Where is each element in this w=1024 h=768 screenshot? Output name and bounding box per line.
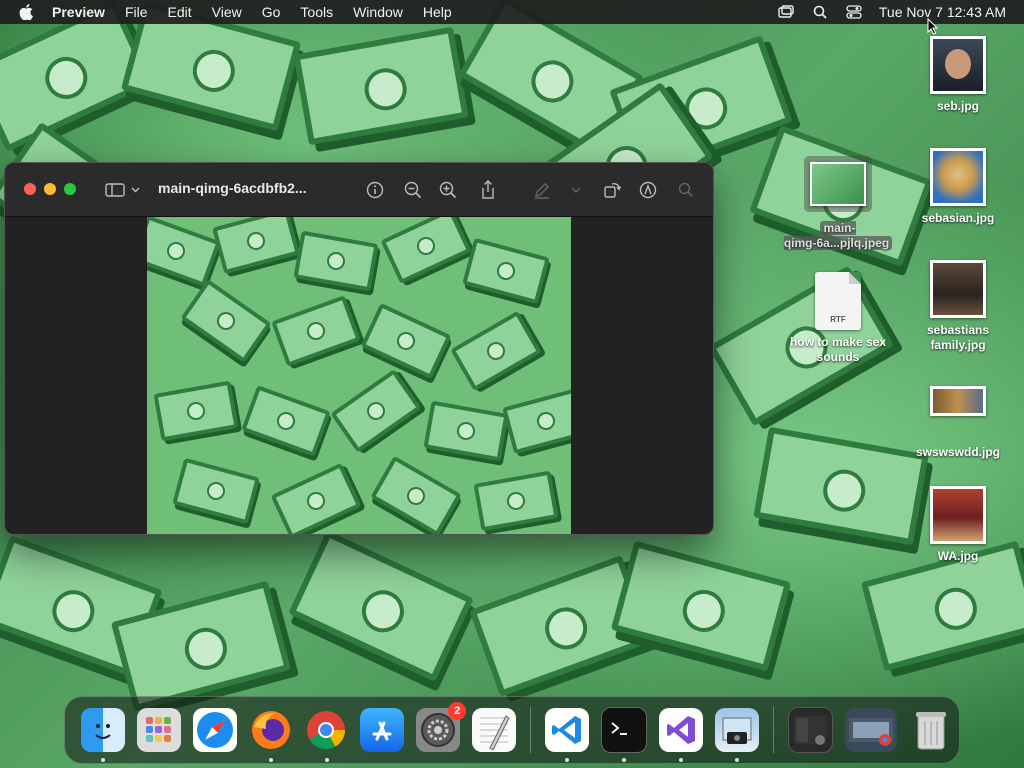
dock: 2 bbox=[64, 696, 960, 764]
document-canvas bbox=[5, 217, 713, 534]
dock-vscode-icon[interactable] bbox=[545, 708, 589, 762]
desktop-file-seb[interactable]: seb.jpg bbox=[903, 36, 1013, 114]
dock-system-settings-icon[interactable]: 2 bbox=[416, 702, 467, 752]
image-thumbnail bbox=[810, 162, 866, 206]
desktop-file-label: seb.jpg bbox=[936, 99, 979, 113]
desktop-file-label: WA.jpg bbox=[937, 549, 979, 563]
document-title: main-qimg-6acdbfb2... bbox=[158, 180, 307, 196]
dock-recent-window-icon[interactable] bbox=[787, 707, 834, 753]
desktop-file-label: how to make sex sounds bbox=[789, 335, 887, 364]
dock-launchpad-icon[interactable] bbox=[136, 708, 181, 752]
rtf-badge: RTF bbox=[830, 315, 846, 324]
menu-view[interactable]: View bbox=[202, 0, 252, 24]
minimize-window-button[interactable] bbox=[44, 183, 56, 195]
menu-app-name[interactable]: Preview bbox=[38, 0, 115, 24]
dock-preview-icon[interactable] bbox=[714, 708, 759, 762]
dock-firefox-icon[interactable] bbox=[249, 708, 293, 762]
menu-file[interactable]: File bbox=[115, 0, 158, 24]
dock-separator bbox=[530, 707, 531, 753]
window-toolbar: main-qimg-6acdbfb2... bbox=[5, 163, 713, 217]
menu-bar: Preview File Edit View Go Tools Window H… bbox=[0, 0, 1024, 24]
zoom-out-button[interactable] bbox=[400, 177, 426, 203]
dock-visual-studio-icon[interactable] bbox=[658, 708, 703, 762]
highlight-pen-icon[interactable] bbox=[529, 177, 555, 203]
zoom-in-button[interactable] bbox=[435, 177, 461, 203]
markup-button[interactable] bbox=[635, 177, 661, 203]
desktop-file-main-qimg[interactable]: main- qimg-6a...pjlq.jpeg bbox=[783, 156, 893, 251]
desktop-file-label: sebasian.jpg bbox=[921, 211, 995, 225]
sidebar-toggle-button[interactable] bbox=[103, 177, 143, 203]
image-thumbnail bbox=[930, 148, 986, 206]
share-button[interactable] bbox=[475, 177, 501, 203]
dock-chrome-icon[interactable] bbox=[305, 708, 349, 762]
zoom-window-button[interactable] bbox=[64, 183, 76, 195]
dock-terminal-icon[interactable] bbox=[600, 707, 647, 762]
menu-edit[interactable]: Edit bbox=[158, 0, 202, 24]
dock-app-store-icon[interactable] bbox=[360, 708, 405, 752]
desktop-file-label: swswswdd.jpg bbox=[915, 445, 1000, 459]
search-icon[interactable] bbox=[673, 177, 699, 203]
desktop-file-swswswdd[interactable]: swswswdd.jpg bbox=[903, 386, 1013, 460]
apple-menu-icon[interactable] bbox=[14, 0, 38, 24]
image-thumbnail bbox=[930, 386, 986, 416]
menu-help[interactable]: Help bbox=[413, 0, 462, 24]
close-window-button[interactable] bbox=[24, 183, 36, 195]
image-thumbnail bbox=[930, 260, 986, 318]
desktop-file-label: main- qimg-6a...pjlq.jpeg bbox=[783, 221, 893, 251]
desktop-file-sebastians-family[interactable]: sebastians family.jpg bbox=[903, 260, 1013, 353]
desktop-file-wa[interactable]: WA.jpg bbox=[903, 486, 1013, 564]
desktop-file-rtf[interactable]: RTF how to make sex sounds bbox=[783, 272, 893, 365]
dock-trash-icon[interactable] bbox=[909, 708, 953, 752]
dock-separator bbox=[772, 707, 774, 753]
control-center-icon[interactable] bbox=[843, 0, 865, 24]
dock-textedit-icon[interactable] bbox=[472, 708, 516, 752]
preview-window: main-qimg-6acdbfb2... bbox=[4, 162, 714, 535]
dock-finder-icon[interactable] bbox=[81, 708, 125, 762]
image-thumbnail bbox=[930, 36, 986, 94]
menu-clock[interactable]: Tue Nov 7 12:43 AM bbox=[871, 4, 1024, 20]
image-thumbnail bbox=[930, 486, 986, 544]
screen-mirroring-icon[interactable] bbox=[775, 0, 797, 24]
notification-badge: 2 bbox=[448, 702, 467, 720]
desktop-file-label: sebastians family.jpg bbox=[926, 323, 990, 352]
highlight-menu-chevron-icon[interactable] bbox=[568, 177, 584, 203]
spotlight-search-icon[interactable] bbox=[809, 0, 831, 24]
desktop-file-sebasian[interactable]: sebasian.jpg bbox=[903, 148, 1013, 226]
rotate-button[interactable] bbox=[599, 177, 625, 203]
info-button[interactable] bbox=[362, 177, 388, 203]
dock-recent-window-icon[interactable] bbox=[845, 708, 898, 752]
selection-highlight bbox=[804, 156, 872, 212]
dock-safari-icon[interactable] bbox=[192, 708, 237, 752]
menu-tools[interactable]: Tools bbox=[290, 0, 343, 24]
rtf-document-icon: RTF bbox=[815, 272, 861, 330]
menu-window[interactable]: Window bbox=[343, 0, 413, 24]
document-image[interactable] bbox=[147, 217, 571, 534]
menu-go[interactable]: Go bbox=[252, 0, 291, 24]
mouse-cursor-icon bbox=[927, 18, 939, 35]
